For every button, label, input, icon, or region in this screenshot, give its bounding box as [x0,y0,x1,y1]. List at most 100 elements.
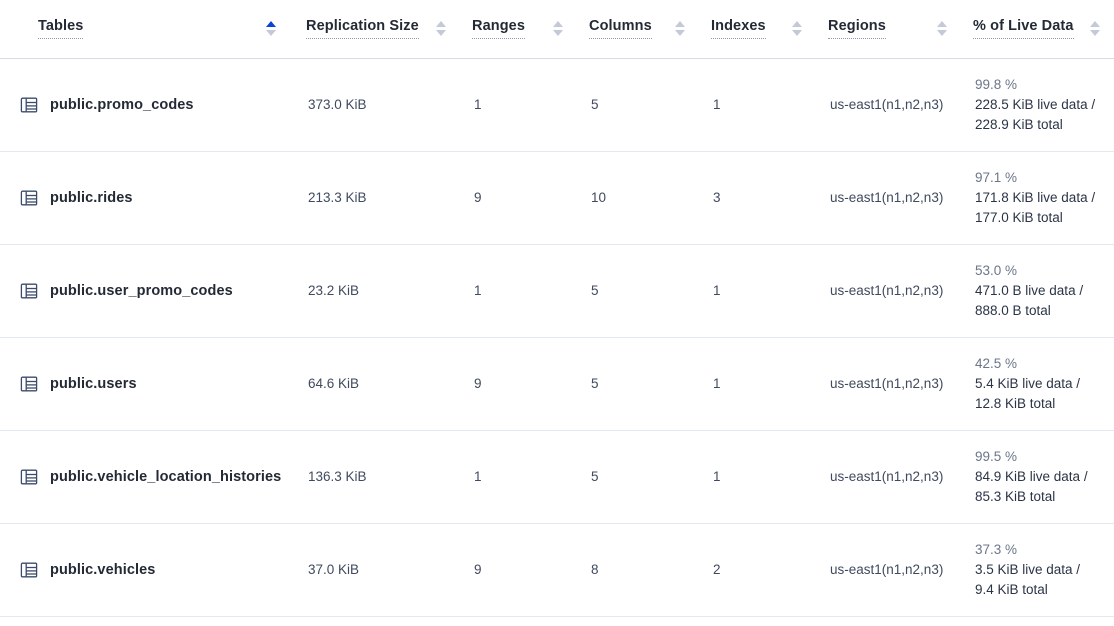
table-name-label: public.promo_codes [50,97,194,113]
sort-control-regions[interactable] [937,21,947,36]
column-header-regions[interactable]: Regions [816,0,961,58]
live-data-line-1: 171.8 KiB live data / [975,188,1114,208]
replication-size-value: 136.3 KiB [290,469,367,484]
table-icon [20,96,38,114]
columns-value: 10 [577,190,606,205]
cell-columns: 5 [577,337,699,430]
column-header-indexes-label: Indexes [711,18,766,39]
cell-pct-live-data: 99.8 % 228.5 KiB live data / 228.9 KiB t… [961,58,1114,151]
table-icon [20,375,38,393]
table-row[interactable]: public.rides 213.3 KiB 9 10 3 us-east1(n… [0,151,1114,244]
column-header-regions-label: Regions [828,18,886,39]
table-row[interactable]: public.vehicle_location_histories 136.3 … [0,430,1114,523]
sort-control-ranges[interactable] [553,21,563,36]
table-icon [20,189,38,207]
cell-pct-live-data: 97.1 % 171.8 KiB live data / 177.0 KiB t… [961,151,1114,244]
live-data-line-1: 228.5 KiB live data / [975,95,1114,115]
sort-ascending-icon [1090,21,1100,27]
replication-size-value: 373.0 KiB [290,97,367,112]
column-header-ranges[interactable]: Ranges [460,0,577,58]
live-data-line-1: 84.9 KiB live data / [975,467,1114,487]
regions-value: us-east1(n1,n2,n3) [816,562,943,577]
sort-ascending-icon [675,21,685,27]
table-icon [20,561,38,579]
indexes-value: 1 [699,283,721,298]
replication-size-value: 37.0 KiB [290,562,359,577]
column-header-replication-size[interactable]: Replication Size [290,0,460,58]
table-name-label: public.user_promo_codes [50,283,233,299]
sort-control-replication-size[interactable] [436,21,446,36]
live-data-line-2: 888.0 B total [975,301,1114,321]
indexes-value: 1 [699,469,721,484]
indexes-value: 1 [699,97,721,112]
live-data-line-2: 228.9 KiB total [975,115,1114,135]
live-data-percent: 99.5 % [975,447,1114,467]
column-header-tables[interactable]: Tables [0,0,290,58]
replication-size-value: 64.6 KiB [290,376,359,391]
cell-ranges: 1 [460,244,577,337]
cell-regions: us-east1(n1,n2,n3) [816,430,961,523]
sort-ascending-icon [266,21,276,27]
cell-replication-size: 136.3 KiB [290,430,460,523]
cell-table-name[interactable]: public.vehicle_location_histories [0,430,290,523]
cell-columns: 5 [577,58,699,151]
regions-value: us-east1(n1,n2,n3) [816,97,943,112]
column-header-pct-live-data-label: % of Live Data [973,18,1074,39]
table-header: Tables Replication Size [0,0,1114,58]
cell-ranges: 1 [460,58,577,151]
cell-columns: 5 [577,430,699,523]
replication-size-value: 213.3 KiB [290,190,367,205]
cell-table-name[interactable]: public.rides [0,151,290,244]
indexes-value: 3 [699,190,721,205]
cell-ranges: 9 [460,151,577,244]
cell-regions: us-east1(n1,n2,n3) [816,58,961,151]
ranges-value: 1 [460,97,482,112]
cell-table-name[interactable]: public.promo_codes [0,58,290,151]
sort-descending-icon [1090,30,1100,36]
column-header-indexes[interactable]: Indexes [699,0,816,58]
replication-size-value: 23.2 KiB [290,283,359,298]
sort-descending-icon [792,30,802,36]
cell-indexes: 2 [699,523,816,616]
sort-control-columns[interactable] [675,21,685,36]
indexes-value: 1 [699,376,721,391]
table-name-label: public.vehicle_location_histories [50,469,281,485]
cell-table-name[interactable]: public.vehicles [0,523,290,616]
cell-indexes: 3 [699,151,816,244]
table-row[interactable]: public.user_promo_codes 23.2 KiB 1 5 1 u… [0,244,1114,337]
table-row[interactable]: public.users 64.6 KiB 9 5 1 us-east1(n1,… [0,337,1114,430]
live-data-line-1: 5.4 KiB live data / [975,374,1114,394]
table-row[interactable]: public.promo_codes 373.0 KiB 1 5 1 us-ea… [0,58,1114,151]
sort-control-pct-live-data[interactable] [1090,21,1100,36]
columns-value: 5 [577,376,599,391]
sort-control-tables[interactable] [266,21,276,36]
table-name-label: public.vehicles [50,562,155,578]
cell-regions: us-east1(n1,n2,n3) [816,151,961,244]
sort-control-indexes[interactable] [792,21,802,36]
cell-regions: us-east1(n1,n2,n3) [816,244,961,337]
live-data-line-2: 9.4 KiB total [975,580,1114,600]
cell-pct-live-data: 99.5 % 84.9 KiB live data / 85.3 KiB tot… [961,430,1114,523]
cell-columns: 5 [577,244,699,337]
columns-value: 5 [577,97,599,112]
live-data-percent: 97.1 % [975,168,1114,188]
column-header-tables-label: Tables [38,18,83,39]
cell-columns: 10 [577,151,699,244]
column-header-pct-live-data[interactable]: % of Live Data [961,0,1114,58]
column-header-columns[interactable]: Columns [577,0,699,58]
live-data-line-1: 471.0 B live data / [975,281,1114,301]
indexes-value: 2 [699,562,721,577]
cell-replication-size: 373.0 KiB [290,58,460,151]
regions-value: us-east1(n1,n2,n3) [816,376,943,391]
cell-table-name[interactable]: public.users [0,337,290,430]
cell-table-name[interactable]: public.user_promo_codes [0,244,290,337]
table-row[interactable]: public.vehicles 37.0 KiB 9 8 2 us-east1(… [0,523,1114,616]
sort-descending-icon [266,30,276,36]
ranges-value: 9 [460,562,482,577]
regions-value: us-east1(n1,n2,n3) [816,190,943,205]
regions-value: us-east1(n1,n2,n3) [816,283,943,298]
cell-pct-live-data: 53.0 % 471.0 B live data / 888.0 B total [961,244,1114,337]
sort-ascending-icon [436,21,446,27]
live-data-percent: 42.5 % [975,354,1114,374]
table-body: public.promo_codes 373.0 KiB 1 5 1 us-ea… [0,58,1114,616]
